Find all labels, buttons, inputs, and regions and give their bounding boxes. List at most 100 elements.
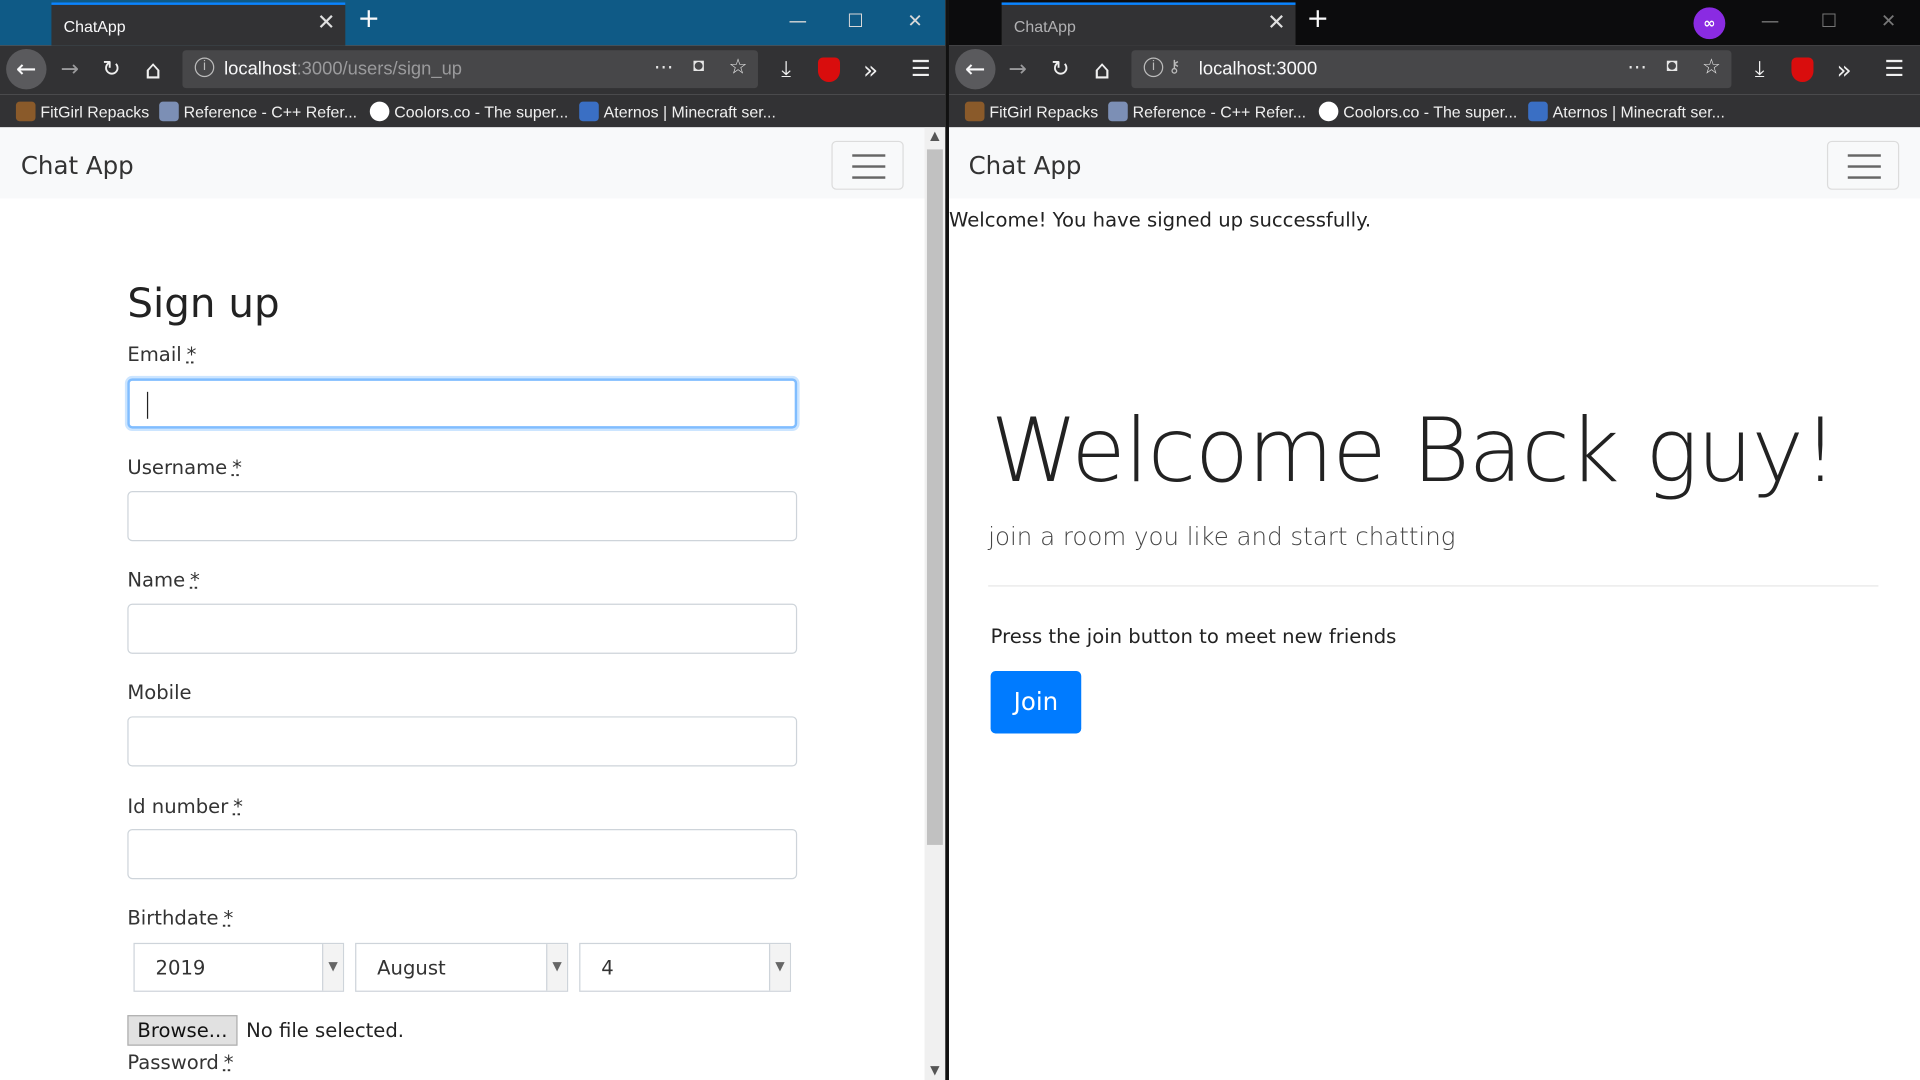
right-app-navbar: Chat App xyxy=(948,127,1920,199)
bookmark-star-icon[interactable]: ☆ xyxy=(729,55,760,79)
chevron-down-icon: ▼ xyxy=(546,944,567,991)
maximize-icon[interactable]: ☐ xyxy=(847,10,863,32)
username-field[interactable] xyxy=(127,491,798,542)
bookmark-star-icon[interactable]: ☆ xyxy=(1702,55,1733,79)
right-url-text[interactable]: localhost:3000 xyxy=(1199,59,1317,80)
key-icon[interactable]: ⚷ xyxy=(1168,56,1181,77)
close-window-icon[interactable]: ✕ xyxy=(1881,10,1896,32)
overflow-icon[interactable]: » xyxy=(855,54,887,86)
left-page-content: Chat App Sign up Email * Username * Name * … xyxy=(0,127,946,1080)
right-tab-title: ChatApp xyxy=(1013,17,1076,36)
ublock-icon[interactable] xyxy=(1791,57,1814,83)
overflow-icon[interactable]: » xyxy=(1828,54,1860,86)
minimize-icon[interactable]: — xyxy=(789,10,807,32)
birth-day-select[interactable]: 4 ▼ xyxy=(579,942,792,992)
new-tab-icon[interactable]: + xyxy=(358,4,381,35)
scrollbar-thumb[interactable] xyxy=(926,149,943,845)
ublock-icon[interactable] xyxy=(817,57,841,83)
id-number-label: Id number * xyxy=(127,794,243,818)
name-field[interactable] xyxy=(127,603,798,654)
forward-icon[interactable]: → xyxy=(54,54,86,86)
left-titlebar: ChatApp ✕ + — ☐ ✕ xyxy=(0,0,946,46)
mobile-field[interactable] xyxy=(127,716,798,767)
info-icon[interactable]: i xyxy=(1143,57,1164,78)
bookmark-item[interactable]: FitGirl Repacks xyxy=(15,101,149,122)
back-icon[interactable]: ← xyxy=(955,48,996,90)
bookmark-item[interactable]: Aternos | Minecraft ser... xyxy=(579,101,776,122)
email-label: Email * xyxy=(127,342,197,367)
right-tab[interactable]: ChatApp ✕ xyxy=(1001,2,1296,46)
password-label: Password * xyxy=(127,1050,234,1074)
minimize-icon[interactable]: — xyxy=(1761,10,1779,32)
maximize-icon[interactable]: ☐ xyxy=(1821,10,1837,32)
close-window-icon[interactable]: ✕ xyxy=(907,10,922,32)
pocket-icon[interactable]: ◘ xyxy=(1667,55,1690,76)
desktop: ChatApp ✕ + — ☐ ✕ ← → ↻ ⌂ i localhost:30… xyxy=(0,0,1920,1080)
home-icon[interactable]: ⌂ xyxy=(137,54,169,86)
reload-icon[interactable]: ↻ xyxy=(1044,54,1076,86)
left-bookmarks-bar: FitGirl Repacks Reference - C++ Refer...… xyxy=(0,94,946,128)
right-bookmarks-bar: FitGirl Repacks Reference - C++ Refer...… xyxy=(948,94,1920,128)
browse-file-button[interactable]: Browse... xyxy=(127,1015,238,1046)
vertical-scrollbar[interactable]: ▲ ▼ xyxy=(924,127,946,1080)
right-browser-window: ChatApp ✕ + ∞ — ☐ ✕ ← → ↻ ⌂ i ⚷ localhos… xyxy=(948,0,1920,1080)
right-titlebar: ChatApp ✕ + ∞ — ☐ ✕ xyxy=(948,0,1920,46)
page-title: Sign up xyxy=(127,279,280,327)
bookmark-item[interactable]: Reference - C++ Refer... xyxy=(1108,101,1306,122)
jumbotron-lead: join a room you like and start chatting xyxy=(988,521,1456,552)
left-tab[interactable]: ChatApp ✕ xyxy=(51,2,346,46)
back-icon[interactable]: ← xyxy=(6,48,47,90)
bookmark-item[interactable]: Aternos | Minecraft ser... xyxy=(1528,101,1725,122)
birthdate-label: Birthdate * xyxy=(127,906,234,930)
left-url-text[interactable]: localhost:3000/users/sign_up xyxy=(224,59,462,80)
right-url-bar[interactable]: i ⚷ localhost:3000 ⋯ ◘ ☆ xyxy=(1131,50,1733,89)
coolors-icon xyxy=(369,101,390,122)
jumbotron-text: Press the join button to meet new friend… xyxy=(990,624,1397,648)
page-actions-icon[interactable]: ⋯ xyxy=(1627,55,1659,79)
divider xyxy=(988,585,1879,587)
username-label: Username * xyxy=(127,455,242,479)
download-icon[interactable]: ⤓ xyxy=(770,54,802,86)
navbar-toggler-button[interactable] xyxy=(831,140,904,190)
email-field[interactable] xyxy=(127,378,798,429)
cpp-reference-icon xyxy=(159,101,179,122)
scroll-down-icon[interactable]: ▼ xyxy=(924,1064,945,1077)
bookmark-item[interactable]: Coolors.co - The super... xyxy=(369,101,568,122)
reload-icon[interactable]: ↻ xyxy=(96,54,128,86)
home-icon[interactable]: ⌂ xyxy=(1086,54,1118,86)
left-browser-window: ChatApp ✕ + — ☐ ✕ ← → ↻ ⌂ i localhost:30… xyxy=(0,0,946,1080)
navbar-brand[interactable]: Chat App xyxy=(21,151,134,180)
chevron-down-icon: ▼ xyxy=(322,944,343,991)
bookmark-item[interactable]: Reference - C++ Refer... xyxy=(159,101,357,122)
pocket-icon[interactable]: ◘ xyxy=(693,55,716,76)
cpp-reference-icon xyxy=(1108,101,1128,122)
id-number-field[interactable] xyxy=(127,828,798,880)
flash-notice: Welcome! You have signed up successfully… xyxy=(948,208,1372,232)
page-actions-icon[interactable]: ⋯ xyxy=(654,55,686,79)
fitgirl-icon xyxy=(15,101,36,122)
file-status-text: No file selected. xyxy=(246,1018,404,1043)
birth-month-select[interactable]: August ▼ xyxy=(355,942,569,992)
birth-year-select[interactable]: 2019 ▼ xyxy=(133,942,345,992)
tab-close-icon[interactable]: ✕ xyxy=(1267,10,1285,36)
menu-icon[interactable]: ☰ xyxy=(1878,54,1910,86)
download-icon[interactable]: ⤓ xyxy=(1744,54,1776,86)
join-button[interactable]: Join xyxy=(990,671,1082,734)
right-page-content: Chat App Welcome! You have signed up suc… xyxy=(948,127,1920,1080)
left-url-bar[interactable]: i localhost:3000/users/sign_up ⋯ ◘ ☆ xyxy=(182,50,760,89)
bookmark-item[interactable]: FitGirl Repacks xyxy=(964,101,1098,122)
info-icon[interactable]: i xyxy=(194,57,215,78)
left-navbar: ← → ↻ ⌂ i localhost:3000/users/sign_up ⋯… xyxy=(0,45,946,95)
menu-icon[interactable]: ☰ xyxy=(905,54,937,86)
scroll-up-icon[interactable]: ▲ xyxy=(924,130,945,143)
bookmark-item[interactable]: Coolors.co - The super... xyxy=(1318,101,1517,122)
new-tab-icon[interactable]: + xyxy=(1307,4,1330,35)
navbar-toggler-button[interactable] xyxy=(1826,140,1900,190)
forward-icon[interactable]: → xyxy=(1002,54,1034,86)
tab-close-icon[interactable]: ✕ xyxy=(317,10,335,36)
navbar-brand[interactable]: Chat App xyxy=(969,151,1082,180)
jumbotron-title: Welcome Back guy! xyxy=(990,399,1838,503)
name-label: Name * xyxy=(127,568,200,592)
right-navbar: ← → ↻ ⌂ i ⚷ localhost:3000 ⋯ ◘ ☆ ⤓ » ☰ xyxy=(948,45,1920,95)
left-tab-title: ChatApp xyxy=(63,17,126,36)
